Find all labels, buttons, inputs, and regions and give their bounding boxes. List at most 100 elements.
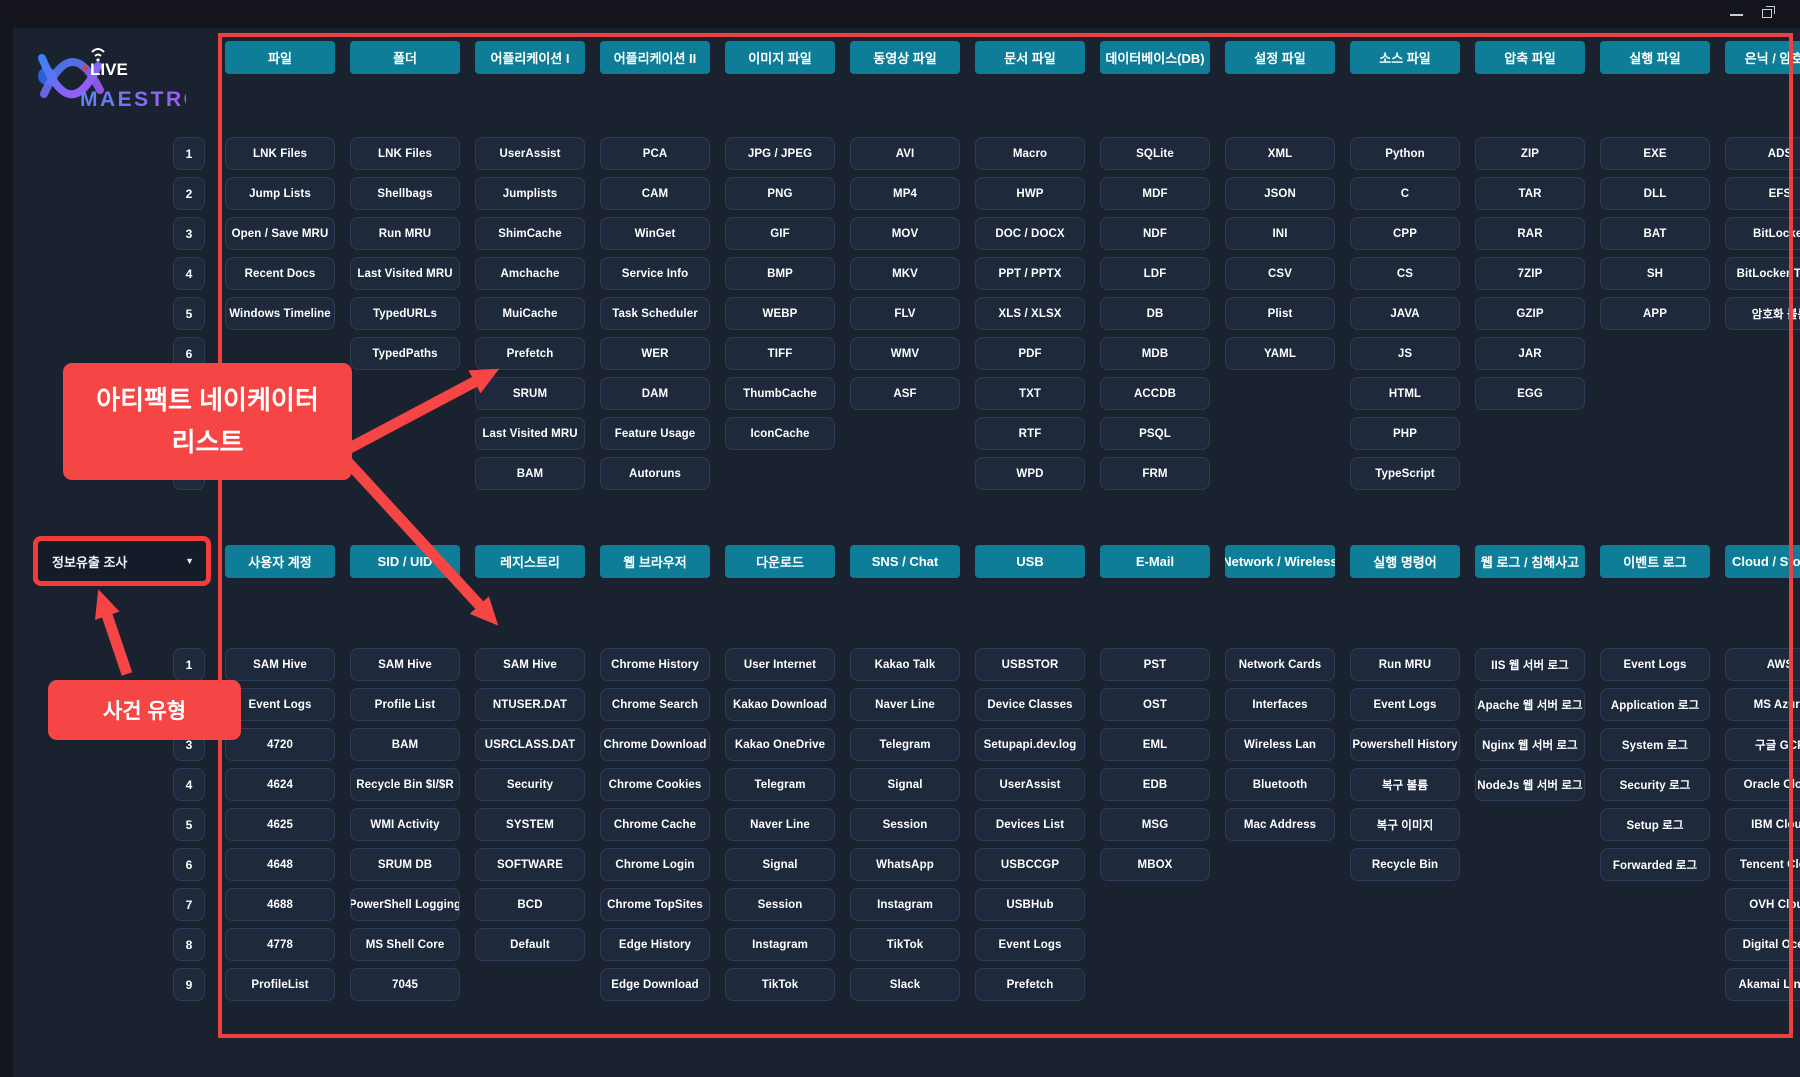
artifact-button[interactable]: 복구 볼륨 <box>1350 768 1460 801</box>
category-header[interactable]: 웹 브라우저 <box>600 545 710 578</box>
artifact-button[interactable]: Profile List <box>350 688 460 721</box>
artifact-button[interactable]: Event Logs <box>1350 688 1460 721</box>
artifact-button[interactable]: Edge History <box>600 928 710 961</box>
artifact-button[interactable]: Chrome Download <box>600 728 710 761</box>
artifact-button[interactable]: USBSTOR <box>975 648 1085 681</box>
artifact-button[interactable]: ThumbCache <box>725 377 835 410</box>
category-header[interactable]: 다운로드 <box>725 545 835 578</box>
artifact-button[interactable]: Security 로그 <box>1600 768 1710 801</box>
artifact-button[interactable]: RTF <box>975 417 1085 450</box>
artifact-button[interactable]: 7ZIP <box>1475 257 1585 290</box>
artifact-button[interactable]: Amchache <box>475 257 585 290</box>
artifact-button[interactable]: Wireless Lan <box>1225 728 1335 761</box>
artifact-button[interactable]: Task Scheduler <box>600 297 710 330</box>
artifact-button[interactable]: BAM <box>350 728 460 761</box>
artifact-button[interactable]: USRCLASS.DAT <box>475 728 585 761</box>
artifact-button[interactable]: PPT / PPTX <box>975 257 1085 290</box>
artifact-button[interactable]: Plist <box>1225 297 1335 330</box>
artifact-button[interactable]: SQLite <box>1100 137 1210 170</box>
artifact-button[interactable]: SRUM <box>475 377 585 410</box>
artifact-button[interactable]: System 로그 <box>1600 728 1710 761</box>
artifact-button[interactable]: Shellbags <box>350 177 460 210</box>
artifact-button[interactable]: ASF <box>850 377 960 410</box>
artifact-button[interactable]: SH <box>1600 257 1710 290</box>
artifact-button[interactable]: JPG / JPEG <box>725 137 835 170</box>
artifact-button[interactable]: Security <box>475 768 585 801</box>
artifact-button[interactable]: USBCCGP <box>975 848 1085 881</box>
artifact-button[interactable]: IIS 웹 서버 로그 <box>1475 648 1585 681</box>
artifact-button[interactable]: EGG <box>1475 377 1585 410</box>
artifact-button[interactable]: HWP <box>975 177 1085 210</box>
artifact-button[interactable]: Recycle Bin <box>1350 848 1460 881</box>
artifact-button[interactable]: Event Logs <box>975 928 1085 961</box>
artifact-button[interactable]: Chrome Search <box>600 688 710 721</box>
artifact-button[interactable]: INI <box>1225 217 1335 250</box>
artifact-button[interactable]: MS Azure <box>1725 688 1800 721</box>
artifact-button[interactable]: Kakao OneDrive <box>725 728 835 761</box>
artifact-button[interactable]: User Internet <box>725 648 835 681</box>
artifact-button[interactable]: JSON <box>1225 177 1335 210</box>
artifact-button[interactable]: BitLocker ToGo <box>1725 257 1800 290</box>
artifact-button[interactable]: Service Info <box>600 257 710 290</box>
artifact-button[interactable]: TypedURLs <box>350 297 460 330</box>
artifact-button[interactable]: JAR <box>1475 337 1585 370</box>
artifact-button[interactable]: MKV <box>850 257 960 290</box>
artifact-button[interactable]: PST <box>1100 648 1210 681</box>
category-header[interactable]: 동영상 파일 <box>850 41 960 74</box>
artifact-button[interactable]: SOFTWARE <box>475 848 585 881</box>
artifact-button[interactable]: Kakao Download <box>725 688 835 721</box>
artifact-button[interactable]: Run MRU <box>350 217 460 250</box>
artifact-button[interactable]: Setupapi.dev.log <box>975 728 1085 761</box>
artifact-button[interactable]: CSV <box>1225 257 1335 290</box>
category-header[interactable]: USB <box>975 545 1085 578</box>
artifact-button[interactable]: ADS <box>1725 137 1800 170</box>
artifact-button[interactable]: BitLocker <box>1725 217 1800 250</box>
artifact-button[interactable]: PNG <box>725 177 835 210</box>
artifact-button[interactable]: ACCDB <box>1100 377 1210 410</box>
category-header[interactable]: 은닉 / 암호화 <box>1725 41 1800 74</box>
artifact-button[interactable]: FRM <box>1100 457 1210 490</box>
artifact-button[interactable]: BAM <box>475 457 585 490</box>
artifact-button[interactable]: DB <box>1100 297 1210 330</box>
artifact-button[interactable]: Event Logs <box>225 688 335 721</box>
artifact-button[interactable]: TXT <box>975 377 1085 410</box>
artifact-button[interactable]: Telegram <box>850 728 960 761</box>
artifact-button[interactable]: TypedPaths <box>350 337 460 370</box>
artifact-button[interactable]: 7045 <box>350 968 460 1001</box>
artifact-button[interactable]: Instagram <box>850 888 960 921</box>
artifact-button[interactable]: C <box>1350 177 1460 210</box>
artifact-button[interactable]: BCD <box>475 888 585 921</box>
artifact-button[interactable]: 4778 <box>225 928 335 961</box>
category-header[interactable]: 소스 파일 <box>1350 41 1460 74</box>
artifact-button[interactable]: NTUSER.DAT <box>475 688 585 721</box>
artifact-button[interactable]: SRUM DB <box>350 848 460 881</box>
artifact-button[interactable]: GIF <box>725 217 835 250</box>
artifact-button[interactable]: RAR <box>1475 217 1585 250</box>
artifact-button[interactable]: SYSTEM <box>475 808 585 841</box>
artifact-button[interactable]: WPD <box>975 457 1085 490</box>
artifact-button[interactable]: Chrome TopSites <box>600 888 710 921</box>
artifact-button[interactable]: Jump Lists <box>225 177 335 210</box>
artifact-button[interactable]: Apache 웹 서버 로그 <box>1475 688 1585 721</box>
artifact-button[interactable]: CS <box>1350 257 1460 290</box>
artifact-button[interactable]: Tencent Cloud <box>1725 848 1800 881</box>
artifact-button[interactable]: Network Cards <box>1225 648 1335 681</box>
artifact-button[interactable]: Naver Line <box>725 808 835 841</box>
artifact-button[interactable]: Forwarded 로그 <box>1600 848 1710 881</box>
artifact-button[interactable]: BMP <box>725 257 835 290</box>
artifact-button[interactable]: ZIP <box>1475 137 1585 170</box>
artifact-button[interactable]: OVH Cloud <box>1725 888 1800 921</box>
artifact-button[interactable]: APP <box>1600 297 1710 330</box>
artifact-button[interactable]: IconCache <box>725 417 835 450</box>
artifact-button[interactable]: Jumplists <box>475 177 585 210</box>
artifact-button[interactable]: DAM <box>600 377 710 410</box>
artifact-button[interactable]: Last Visited MRU <box>350 257 460 290</box>
artifact-button[interactable]: EFS <box>1725 177 1800 210</box>
category-header[interactable]: 실행 파일 <box>1600 41 1710 74</box>
artifact-button[interactable]: ShimCache <box>475 217 585 250</box>
artifact-button[interactable]: Open / Save MRU <box>225 217 335 250</box>
artifact-button[interactable]: Autoruns <box>600 457 710 490</box>
artifact-button[interactable]: FLV <box>850 297 960 330</box>
artifact-button[interactable]: WER <box>600 337 710 370</box>
artifact-button[interactable]: Chrome Cache <box>600 808 710 841</box>
